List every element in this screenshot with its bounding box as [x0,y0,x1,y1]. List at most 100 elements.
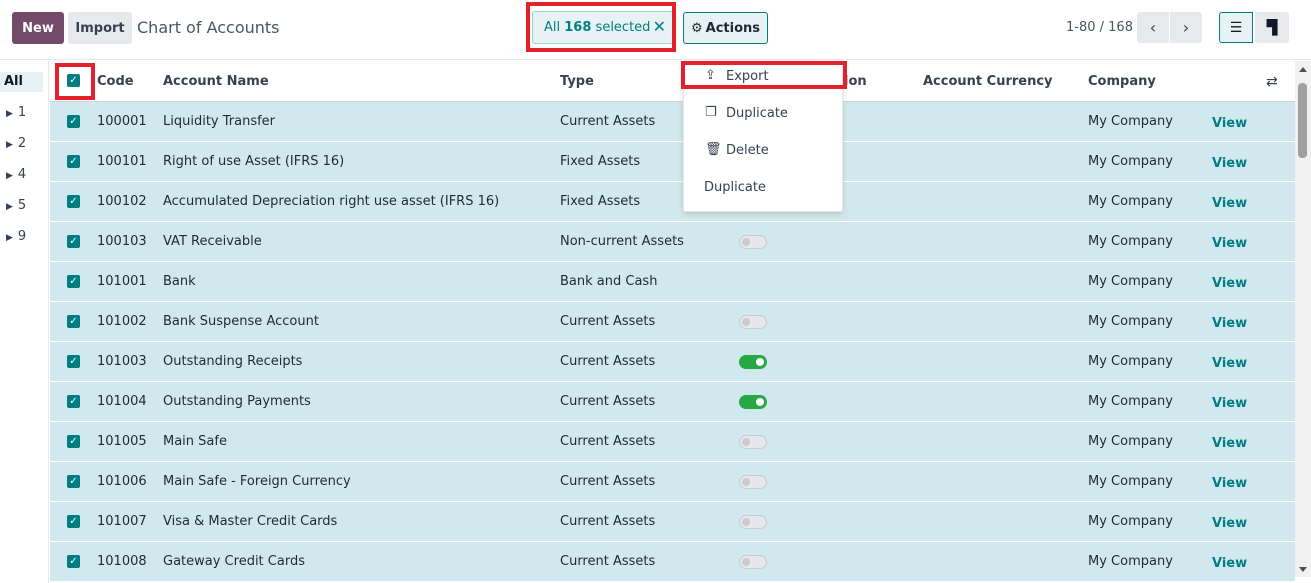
cell-account-name: Right of use Asset (IFRS 16) [163,154,345,169]
cell-account-name: Main Safe - Foreign Currency [163,474,351,489]
view-button[interactable]: View [1212,156,1247,171]
menu-item-duplicate-copy[interactable]: ❐ Duplicate [684,99,842,129]
toggle-knob [742,478,750,486]
copy-icon: ❐ [705,105,717,120]
cell-type: Current Assets [560,474,656,489]
toggle-knob [742,438,750,446]
table-row[interactable]: ✓ 100001 Liquidity Transfer Current Assets M… [50,102,1295,142]
table-row[interactable]: ✓ 101007 Visa & Master Credit Cards Current… [50,502,1295,542]
scrollbar-thumb[interactable] [1298,83,1307,158]
table-row[interactable]: ✓ 101005 Main Safe Current Assets My Company… [50,422,1295,462]
table-row[interactable]: ✓ 100101 Right of use Asset (IFRS 16) Fixed… [50,142,1295,182]
menu-item-delete[interactable]: 🗑 Delete [684,136,842,166]
row-checkbox[interactable]: ✓ [67,395,80,408]
cell-code: 101006 [97,474,147,489]
reconcile-toggle[interactable] [739,235,767,249]
cell-company: My Company [1088,234,1173,249]
chevron-right-icon: › [1182,18,1190,37]
view-button[interactable]: View [1212,436,1247,451]
side-item-group[interactable]: ▶ 2 [6,136,26,151]
view-button[interactable]: View [1212,476,1247,491]
toggle-knob [742,238,750,246]
table-row[interactable]: ✓ 100103 VAT Receivable Non-current Assets M… [50,222,1295,262]
side-item-group[interactable]: ▶ 4 [6,167,26,182]
column-header-type[interactable]: Type [560,74,594,89]
view-button[interactable]: View [1212,196,1247,211]
row-checkbox[interactable]: ✓ [67,115,80,128]
table-row[interactable]: ✓ 101002 Bank Suspense Account Current Asse… [50,302,1295,342]
column-header-company[interactable]: Company [1088,74,1156,89]
toggle-knob [742,318,750,326]
reconcile-toggle[interactable] [739,555,767,569]
row-checkbox[interactable]: ✓ [67,195,80,208]
table-row[interactable]: ✓ 101004 Outstanding Payments Current Asset… [50,382,1295,422]
menu-item-duplicate[interactable]: Duplicate [684,173,842,203]
side-item-all[interactable]: All [0,72,43,92]
cell-type: Current Assets [560,394,656,409]
side-item-group[interactable]: ▶ 9 [6,229,26,244]
cell-code: 101007 [97,514,147,529]
pager-next-button[interactable]: › [1170,12,1202,43]
cell-company: My Company [1088,314,1173,329]
row-checkbox[interactable]: ✓ [67,275,80,288]
table-row[interactable]: ✓ 101001 Bank Bank and Cash My Company View [50,262,1295,302]
cell-company: My Company [1088,434,1173,449]
kanban-view-button[interactable]: ▜ [1255,12,1289,43]
reconcile-toggle[interactable] [739,395,767,409]
scroll-down-arrow-icon[interactable] [1299,567,1307,572]
table-row[interactable]: ✓ 101008 Gateway Credit Cards Current Asset… [50,542,1295,582]
column-header-account-currency[interactable]: Account Currency [923,74,1053,89]
import-button[interactable]: Import [68,12,132,44]
toggle-knob [756,398,764,406]
cell-account-name: Accumulated Depreciation right use asset… [163,194,500,209]
sliders-icon[interactable]: ⇄ [1266,74,1278,90]
row-checkbox[interactable]: ✓ [67,315,80,328]
reconcile-toggle[interactable] [739,515,767,529]
table-row[interactable]: ✓ 101003 Outstanding Receipts Current Asset… [50,342,1295,382]
side-item-group[interactable]: ▶ 1 [6,105,26,120]
table-header: ✓ Code Account Name Type ion Account Cur… [50,61,1295,102]
view-button[interactable]: View [1212,116,1247,131]
cell-account-name: Main Safe [163,434,227,449]
cell-type: Fixed Assets [560,154,641,169]
view-button[interactable]: View [1212,236,1247,251]
vertical-scrollbar[interactable] [1295,61,1311,577]
column-header-reconcile[interactable]: ion [844,74,867,89]
reconcile-toggle[interactable] [739,315,767,329]
reconcile-toggle[interactable] [739,435,767,449]
pager-previous-button[interactable]: ‹ [1137,12,1169,43]
pager-value[interactable]: 1-80 / 168 [1066,20,1133,35]
row-checkbox[interactable]: ✓ [67,555,80,568]
row-checkbox[interactable]: ✓ [67,435,80,448]
cell-code: 100101 [97,154,147,169]
actions-button[interactable]: ⚙ Actions [683,12,768,44]
new-button[interactable]: New [12,12,64,44]
caret-right-icon: ▶ [6,233,13,243]
caret-right-icon: ▶ [6,140,13,150]
view-button[interactable]: View [1212,396,1247,411]
cell-account-name: Bank [163,274,196,289]
view-button[interactable]: View [1212,276,1247,291]
reconcile-toggle[interactable] [739,355,767,369]
cell-account-name: Liquidity Transfer [163,114,276,129]
cell-account-name: Outstanding Receipts [163,354,303,369]
view-button[interactable]: View [1212,316,1247,331]
row-checkbox[interactable]: ✓ [67,155,80,168]
side-item-group[interactable]: ▶ 5 [6,198,26,213]
reconcile-toggle[interactable] [739,475,767,489]
view-button[interactable]: View [1212,356,1247,371]
cell-type: Current Assets [560,314,656,329]
list-view-button[interactable]: ☰ [1219,12,1253,43]
row-checkbox[interactable]: ✓ [67,475,80,488]
view-button[interactable]: View [1212,556,1247,571]
table-row[interactable]: ✓ 101006 Main Safe - Foreign Currency Curre… [50,462,1295,502]
table-row[interactable]: ✓ 100102 Accumulated Depreciation right us… [50,182,1295,222]
row-checkbox[interactable]: ✓ [67,515,80,528]
row-checkbox[interactable]: ✓ [67,355,80,368]
column-header-code[interactable]: Code [97,74,134,89]
row-checkbox[interactable]: ✓ [67,235,80,248]
column-header-account-name[interactable]: Account Name [163,74,269,89]
scroll-up-arrow-icon[interactable] [1299,67,1307,72]
cell-type: Current Assets [560,434,656,449]
view-button[interactable]: View [1212,516,1247,531]
